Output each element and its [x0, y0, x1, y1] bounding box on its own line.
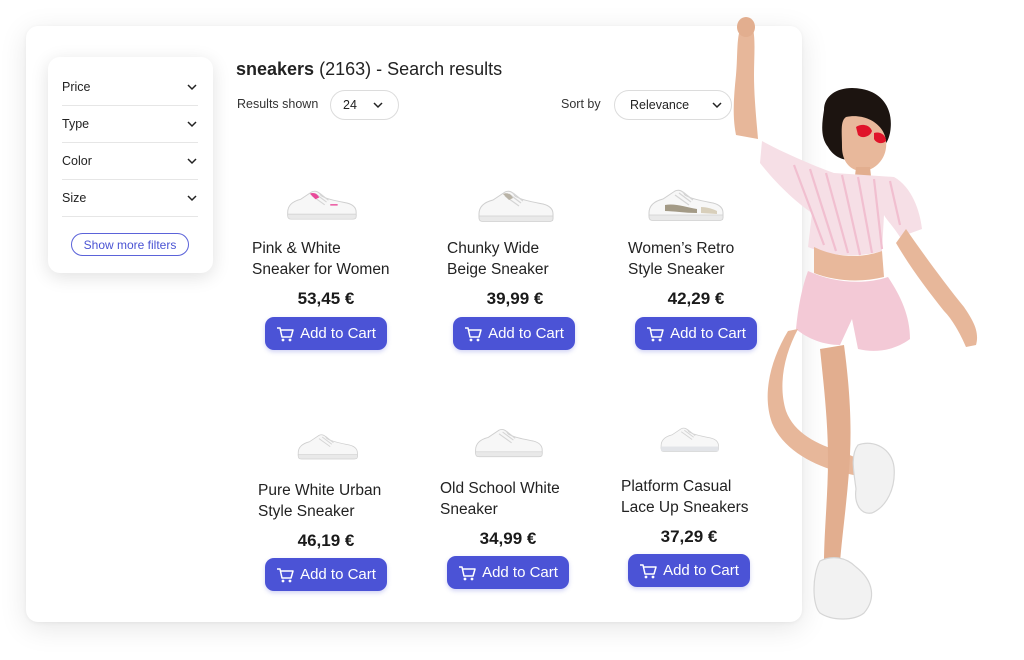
- filter-label: Type: [62, 117, 90, 131]
- filter-label: Color: [62, 154, 92, 168]
- product-name[interactable]: Pure White Urban Style Sneaker: [258, 480, 428, 522]
- product-price: 53,45 €: [297, 289, 355, 308]
- show-more-filters-button[interactable]: Show more filters: [71, 233, 189, 256]
- results-shown-label: Results shown: [237, 97, 319, 111]
- cart-icon: [459, 565, 476, 580]
- sort-by-select[interactable]: Relevance: [614, 90, 732, 120]
- cart-icon: [277, 567, 294, 582]
- add-to-cart-button[interactable]: Add to Cart: [265, 317, 387, 350]
- product-price: 46,19 €: [297, 531, 355, 550]
- cart-icon: [640, 563, 657, 578]
- product-price: 39,99 €: [486, 289, 544, 308]
- product-image[interactable]: [645, 176, 725, 230]
- product-name[interactable]: Pink & White Sneaker for Women: [252, 238, 422, 280]
- product-card: Chunky Wide Beige Sneaker 39,99 € Add to…: [445, 170, 615, 355]
- result-count: (2163): [319, 59, 372, 79]
- results-shown-select[interactable]: 24: [330, 90, 399, 120]
- title-suffix: - Search results: [376, 59, 503, 79]
- filter-size[interactable]: Size: [62, 180, 198, 217]
- add-to-cart-label: Add to Cart: [488, 325, 564, 342]
- product-card: Pure White Urban Style Sneaker 46,19 € A…: [255, 412, 425, 597]
- cart-icon: [647, 326, 664, 341]
- filter-price[interactable]: Price: [62, 69, 198, 106]
- add-to-cart-label: Add to Cart: [300, 566, 376, 583]
- product-name[interactable]: Old School White Sneaker: [440, 478, 610, 520]
- filter-type[interactable]: Type: [62, 106, 198, 143]
- product-image[interactable]: [658, 414, 720, 462]
- sort-by-value: Relevance: [630, 98, 690, 112]
- chevron-down-icon: [187, 121, 197, 128]
- product-card: Pink & White Sneaker for Women 53,45 € A…: [250, 170, 420, 355]
- search-query: sneakers: [236, 59, 315, 79]
- sort-by-label: Sort by: [561, 97, 601, 111]
- add-to-cart-button[interactable]: Add to Cart: [265, 558, 387, 591]
- chevron-down-icon: [712, 102, 722, 109]
- product-card: Old School White Sneaker 34,99 € Add to …: [438, 410, 608, 595]
- page-title: sneakers (2163) - Search results: [236, 59, 502, 80]
- chevron-down-icon: [187, 158, 197, 165]
- filter-color[interactable]: Color: [62, 143, 198, 180]
- product-name[interactable]: Chunky Wide Beige Sneaker: [447, 238, 617, 280]
- chevron-down-icon: [373, 102, 383, 109]
- filter-label: Price: [62, 80, 91, 94]
- chevron-down-icon: [187, 195, 197, 202]
- model-photo: [733, 17, 978, 620]
- product-image[interactable]: [475, 178, 555, 230]
- product-image[interactable]: [295, 422, 359, 468]
- chevron-down-icon: [187, 84, 197, 91]
- cart-icon: [465, 326, 482, 341]
- product-image[interactable]: [472, 420, 544, 462]
- cart-icon: [277, 326, 294, 341]
- add-to-cart-button[interactable]: Add to Cart: [453, 317, 575, 350]
- add-to-cart-button[interactable]: Add to Cart: [447, 556, 569, 589]
- product-image[interactable]: [284, 178, 358, 228]
- add-to-cart-label: Add to Cart: [300, 325, 376, 342]
- filter-label: Size: [62, 191, 87, 205]
- add-to-cart-label: Add to Cart: [482, 564, 558, 581]
- results-shown-value: 24: [343, 98, 357, 112]
- filter-panel: Price Type Color Size Show more filters: [48, 57, 213, 273]
- product-price: 34,99 €: [479, 529, 537, 548]
